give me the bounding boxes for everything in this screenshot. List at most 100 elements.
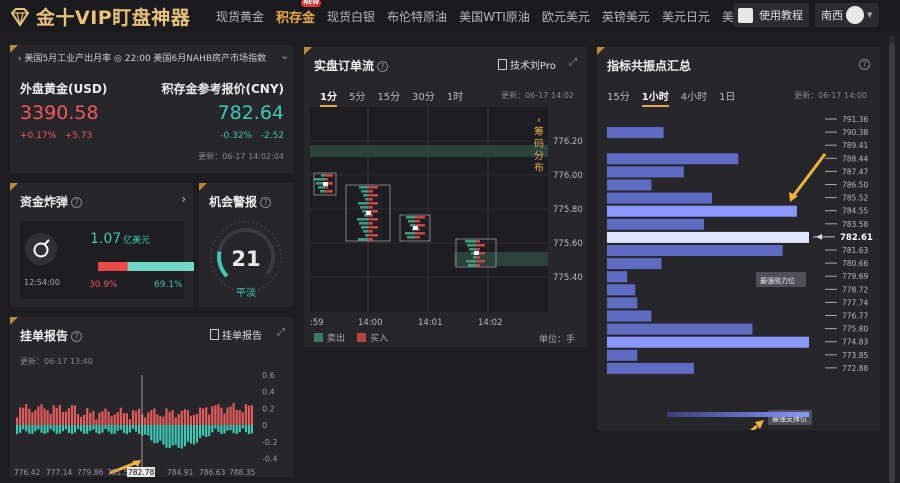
scrollbar-thumb[interactable]	[889, 43, 895, 483]
timeframe-tab[interactable]: 30分	[412, 88, 435, 107]
pivot-bar[interactable]	[607, 127, 664, 139]
pivot-bar[interactable]	[607, 284, 636, 296]
help-icon[interactable]: ?	[71, 331, 83, 342]
footprint-buy-bar	[368, 190, 373, 193]
report-ask-bar	[195, 413, 199, 425]
pivot-level: 781.63	[842, 246, 868, 255]
report-bid-bar	[134, 425, 138, 432]
report-ask-bar	[150, 410, 153, 425]
report-ask-bar	[162, 416, 165, 425]
report-bid-bar	[171, 425, 174, 446]
pivot-bar[interactable]	[607, 336, 809, 348]
report-bid-bar	[116, 425, 119, 431]
report-ask-bar	[55, 407, 58, 425]
pivot-bar[interactable]	[607, 323, 753, 335]
chip-distribution-toggle[interactable]: ‹ 筹码分布	[532, 115, 546, 175]
volume-band	[454, 252, 548, 266]
report-bid-bar	[77, 425, 80, 430]
pivot-bar[interactable]	[607, 271, 628, 283]
timeframe-tab[interactable]: 1时	[447, 88, 463, 107]
timeframe-tab[interactable]: 1日	[719, 88, 735, 107]
nav-tab[interactable]: 现货黄金	[216, 8, 264, 25]
gold-change: +0.17% +5.73	[20, 131, 92, 141]
pivot-bar[interactable]	[607, 153, 739, 165]
gold-pct: +0.17%	[20, 131, 57, 141]
report-ask-bar	[232, 402, 235, 425]
timeframe-tab[interactable]: 1小时	[641, 88, 669, 107]
report-bid-bar	[205, 425, 208, 437]
timeframe-tab[interactable]: 15分	[377, 88, 400, 107]
report-ask-bar	[202, 408, 205, 425]
help-icon[interactable]: ?	[260, 197, 272, 208]
chevron-right-icon[interactable]: ›	[181, 192, 186, 206]
pivot-bar[interactable]	[607, 310, 652, 322]
report-ask-bar	[125, 413, 128, 425]
report-bid-bar	[156, 425, 159, 443]
report-link[interactable]: 挂单报告	[210, 327, 262, 342]
pivot-level: 784.55	[842, 207, 868, 216]
help-icon[interactable]: ?	[377, 61, 389, 72]
pivot-bar[interactable]	[607, 205, 797, 217]
footprint-buy-bar	[325, 186, 328, 189]
report-bid-bar	[144, 425, 147, 435]
user-menu[interactable]: 南西 ▼	[815, 3, 879, 27]
expand-icon[interactable]: ⤢	[277, 327, 285, 338]
pivot-bar[interactable]	[607, 362, 694, 374]
timeframe-tab[interactable]: 15分	[607, 88, 630, 107]
nav-tab[interactable]: 美国WTI原油	[459, 8, 530, 25]
document-icon	[498, 59, 507, 70]
nav-tab[interactable]: 积存金 NEW	[276, 0, 322, 26]
report-bid-bar	[229, 425, 232, 431]
corner-mark	[199, 183, 207, 191]
timeframe-tab[interactable]: 4小时	[681, 88, 707, 107]
footprint-sell-bar	[468, 264, 476, 267]
report-ask-bar	[192, 414, 196, 425]
pivot-bar[interactable]	[607, 258, 662, 270]
timeframe-tab[interactable]: 5分	[349, 88, 365, 107]
report-ask-bar	[235, 409, 238, 425]
price-tick: 775.60	[553, 239, 583, 249]
footprint-sell-bar	[407, 236, 415, 239]
pivot-bar[interactable]	[607, 349, 638, 361]
report-bid-bar	[40, 425, 43, 433]
bomb-buy-pct: 69.1%	[154, 280, 183, 290]
report-ask-bar	[70, 404, 74, 425]
chevron-down-icon[interactable]: ⌄	[280, 49, 289, 62]
report-ask-bar	[104, 408, 107, 425]
pivot-bar[interactable]	[607, 192, 712, 204]
help-icon[interactable]: ?	[71, 197, 83, 208]
pivot-bar[interactable]	[607, 166, 684, 178]
footprint-buy-bar	[476, 244, 485, 247]
report-x-tick: 781.5	[107, 468, 129, 477]
cny-pct: -0.32%	[220, 131, 253, 141]
orderflow-timeframe-tabs: 1分 5分 15分 30分 1时	[320, 88, 463, 107]
footprint-sell-bar	[358, 238, 368, 241]
diamond-logo-icon	[10, 7, 30, 27]
nav-tab[interactable]: 布伦特原油	[387, 8, 447, 25]
pivot-bar[interactable]	[607, 297, 638, 309]
report-bid-bar	[52, 425, 55, 432]
page-scrollbar[interactable]	[889, 35, 895, 483]
pivot-bar[interactable]	[607, 218, 704, 230]
expand-icon[interactable]: ⤢	[569, 57, 577, 68]
report-bid-bar	[89, 425, 92, 431]
pro-link[interactable]: 技术刘Pro	[498, 57, 556, 72]
news-ticker[interactable]: › 美国5月工业产出月率 ◎ 22:00 美国6月NAHB房产市场指数	[18, 51, 286, 64]
tutorial-button[interactable]: 使用教程	[733, 3, 809, 27]
nav-tab[interactable]: 现货白银	[327, 8, 375, 25]
report-y-tick: 0.2	[262, 404, 275, 413]
nav-tab[interactable]: 欧元美元	[542, 8, 590, 25]
pivot-bar[interactable]	[607, 245, 783, 256]
volume-band	[310, 145, 548, 157]
resistance-arrow	[792, 153, 827, 196]
pivot-bar[interactable]	[607, 179, 652, 191]
pivot-level: 787.47	[842, 167, 868, 176]
cny-name: 积存金参考报价(CNY)	[161, 82, 284, 96]
help-icon[interactable]: ?	[859, 59, 870, 70]
timeframe-tab[interactable]: 1分	[320, 88, 337, 107]
pivot-bar[interactable]	[607, 231, 809, 243]
nav-tab[interactable]: 英镑美元	[602, 8, 650, 25]
time-tick: 14:02	[478, 318, 503, 328]
nav-tab[interactable]: 美元日元	[662, 8, 710, 25]
pivot-level: 777.74	[842, 298, 868, 307]
